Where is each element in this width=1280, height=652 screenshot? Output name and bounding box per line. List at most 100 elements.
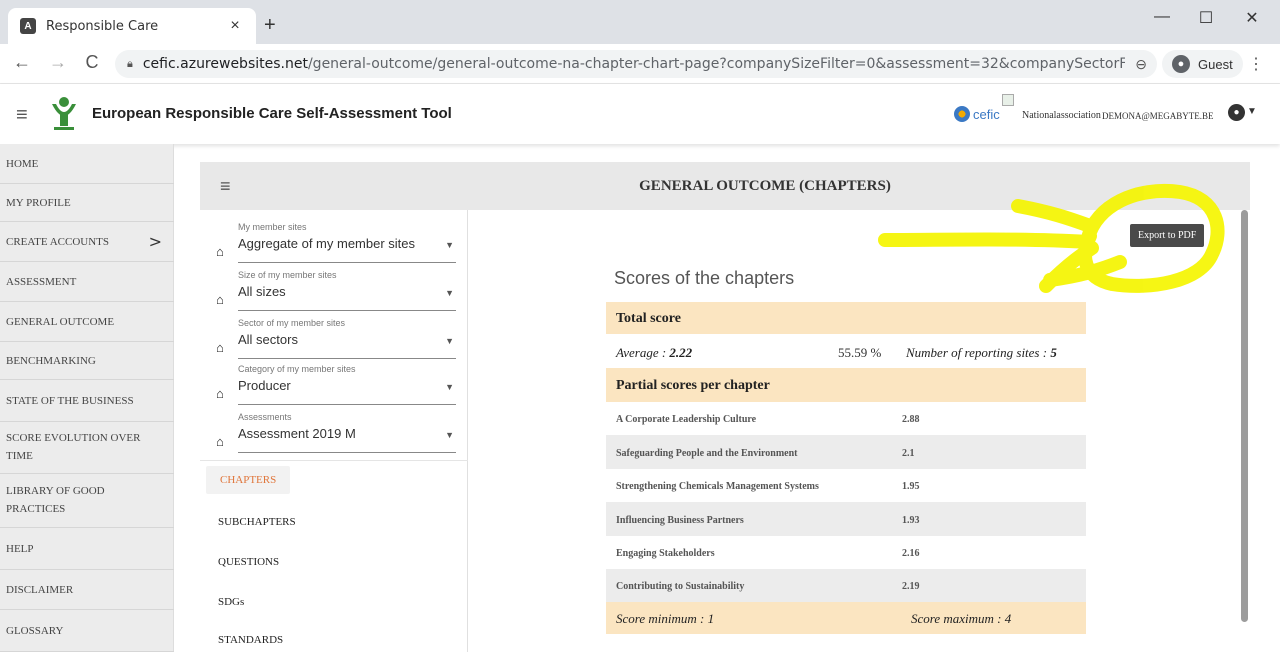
filter-value: Aggregate of my member sites	[238, 236, 416, 251]
browser-tab[interactable]: A Responsible Care ×	[8, 8, 256, 44]
main-area: Export to PDF Scores of the chapters Tot…	[468, 210, 1238, 652]
score-maximum: Score maximum : 4	[911, 611, 1012, 626]
average-value: 2.22	[669, 345, 693, 360]
subnav-subchapters[interactable]: SUBCHAPTERS	[218, 516, 296, 528]
url-input[interactable]: 🔒︎ cefic.azurewebsites.net/general-outco…	[115, 50, 1157, 78]
total-score-label: Total score	[616, 311, 681, 326]
cefic-text: cefic	[973, 106, 1000, 122]
broken-image-icon	[1002, 94, 1014, 106]
sidebar-item-home[interactable]: HOME	[0, 144, 174, 184]
sidebar-item-help[interactable]: HELP	[0, 528, 174, 570]
menu-icon[interactable]: ≡	[16, 104, 28, 127]
subnav-questions[interactable]: QUESTIONS	[218, 556, 279, 568]
chapter-score: 2.16	[902, 548, 920, 559]
maximize-icon[interactable]: ☐	[1186, 8, 1226, 28]
dropdown-caret-icon: ▼	[445, 240, 454, 250]
home-icon: ⌂	[216, 386, 224, 401]
tab-close-icon[interactable]: ×	[226, 17, 244, 35]
filter-value: Assessment 2019 M	[238, 426, 356, 441]
chapter-name: A Corporate Leadership Culture	[616, 414, 757, 425]
close-window-icon[interactable]: ✕	[1232, 8, 1272, 28]
chapter-name: Engaging Stakeholders	[616, 548, 715, 559]
url-path: /general-outcome/general-outcome-na-chap…	[307, 56, 1126, 72]
sidebar-item-label: MY PROFILE	[6, 196, 71, 209]
sidebar-item-assessment[interactable]: ASSESSMENT	[0, 262, 174, 302]
back-icon[interactable]: ←	[10, 52, 34, 73]
panel-header: ≡ GENERAL OUTCOME (CHAPTERS)	[200, 162, 1250, 210]
table-row: Safeguarding People and the Environment …	[606, 435, 1086, 469]
national-association-label: Nationalassociation	[1022, 110, 1101, 121]
total-score-header: Total score	[606, 302, 1086, 334]
user-email[interactable]: DEMONA@MEGABYTE.BE	[1102, 111, 1214, 121]
forward-icon[interactable]: →	[46, 52, 70, 73]
table-row: Contributing to Sustainability 2.19	[606, 569, 1086, 602]
url-text: cefic.azurewebsites.net/general-outcome/…	[143, 56, 1125, 72]
chapter-score: 2.88	[902, 414, 920, 425]
filter-underline	[238, 358, 456, 359]
sidebar-item-label: CREATE ACCOUNTS	[6, 235, 109, 248]
dropdown-caret-icon: ▼	[445, 430, 454, 440]
sidebar-item-create-accounts[interactable]: CREATE ACCOUNTS >	[0, 222, 174, 262]
cefic-mark-icon	[954, 106, 970, 122]
chapter-name: Safeguarding People and the Environment	[616, 448, 798, 459]
assessment-select[interactable]: ⌂ Assessments Assessment 2019 M ▼	[216, 410, 456, 456]
chapter-name: Strengthening Chemicals Management Syste…	[616, 481, 819, 492]
sidebar-item-label: ASSESSMENT	[6, 275, 77, 288]
sidebar-item-general-outcome[interactable]: GENERAL OUTCOME	[0, 302, 174, 342]
sidebar-item-my-profile[interactable]: MY PROFILE	[0, 184, 174, 222]
reporting-text: Number of reporting sites : 5	[906, 345, 1057, 361]
sidebar-item-label: BENCHMARKING	[6, 354, 96, 367]
score-minimum: Score minimum : 1	[616, 611, 715, 626]
sidebar-item-library[interactable]: LIBRARY OF GOOD PRACTICES	[0, 474, 174, 528]
chevron-right-icon[interactable]: >	[149, 232, 162, 251]
table-row: Influencing Business Partners 1.93	[606, 502, 1086, 536]
sidebar-item-benchmarking[interactable]: BENCHMARKING	[0, 342, 174, 380]
subnav-sdgs[interactable]: SDGs	[218, 596, 244, 608]
browser-menu-icon[interactable]: ⋮	[1248, 54, 1264, 74]
subnav-standards[interactable]: STANDARDS	[218, 634, 283, 646]
profile-label: Guest	[1198, 56, 1233, 72]
app-header: ≡ European Responsible Care Self-Assessm…	[0, 84, 1280, 144]
sidebar-item-disclaimer[interactable]: DISCLAIMER	[0, 570, 174, 610]
table-row: Strengthening Chemicals Management Syste…	[606, 469, 1086, 502]
average-row: Average : 2.22 55.59 % Number of reporti…	[606, 334, 1086, 368]
size-select[interactable]: ⌂ Size of my member sites All sizes ▼	[216, 268, 456, 314]
reporting-value: 5	[1050, 345, 1057, 360]
minimize-icon[interactable]: —	[1142, 8, 1182, 26]
sidebar-item-glossary[interactable]: GLOSSARY	[0, 610, 174, 652]
average-text: Average : 2.22	[616, 345, 692, 361]
filter-underline	[238, 452, 456, 453]
member-sites-select[interactable]: ⌂ My member sites Aggregate of my member…	[216, 220, 456, 266]
sidebar-item-label: GENERAL OUTCOME	[6, 315, 115, 328]
reload-icon[interactable]: C	[80, 52, 104, 73]
home-icon: ⌂	[216, 434, 224, 449]
address-bar: ← → C 🔒︎ cefic.azurewebsites.net/general…	[0, 44, 1280, 84]
url-host: cefic.azurewebsites.net	[142, 56, 308, 72]
export-pdf-button[interactable]: Export to PDF	[1130, 224, 1205, 247]
zoom-icon[interactable]: ⊖	[1135, 56, 1147, 73]
category-select[interactable]: ⌂ Category of my member sites Producer ▼	[216, 362, 456, 408]
new-tab-button[interactable]: +	[264, 14, 276, 37]
partial-scores-label: Partial scores per chapter	[616, 378, 770, 393]
subnav-chapters[interactable]: CHAPTERS	[206, 466, 291, 494]
partial-scores-header: Partial scores per chapter	[606, 368, 1086, 402]
caret-down-icon[interactable]: ▼	[1247, 106, 1257, 117]
sector-select[interactable]: ⌂ Sector of my member sites All sectors …	[216, 316, 456, 362]
chapter-score: 1.95	[902, 481, 920, 492]
scores-title: Scores of the chapters	[614, 268, 795, 288]
sidebar-item-label: DISCLAIMER	[6, 583, 74, 596]
home-icon: ⌂	[216, 340, 224, 355]
filter-value: All sectors	[238, 332, 298, 347]
dropdown-caret-icon: ▼	[445, 382, 454, 392]
user-account-icon[interactable]: ●	[1228, 104, 1245, 121]
scrollbar[interactable]	[1241, 210, 1248, 622]
sidebar-item-label: SCORE EVOLUTION OVER TIME	[6, 431, 141, 462]
filter-underline	[238, 310, 456, 311]
sidebar-item-label: LIBRARY OF GOOD PRACTICES	[6, 484, 105, 515]
filter-label: Size of my member sites	[238, 270, 337, 280]
angular-favicon-icon: A	[20, 18, 36, 34]
sidebar-item-state-of-the-business[interactable]: STATE OF THE BUSINESS	[0, 380, 174, 422]
sidebar-item-label: HOME	[6, 158, 39, 170]
profile-button[interactable]: ● Guest	[1162, 50, 1243, 78]
sidebar-item-score-evolution[interactable]: SCORE EVOLUTION OVER TIME	[0, 422, 174, 474]
